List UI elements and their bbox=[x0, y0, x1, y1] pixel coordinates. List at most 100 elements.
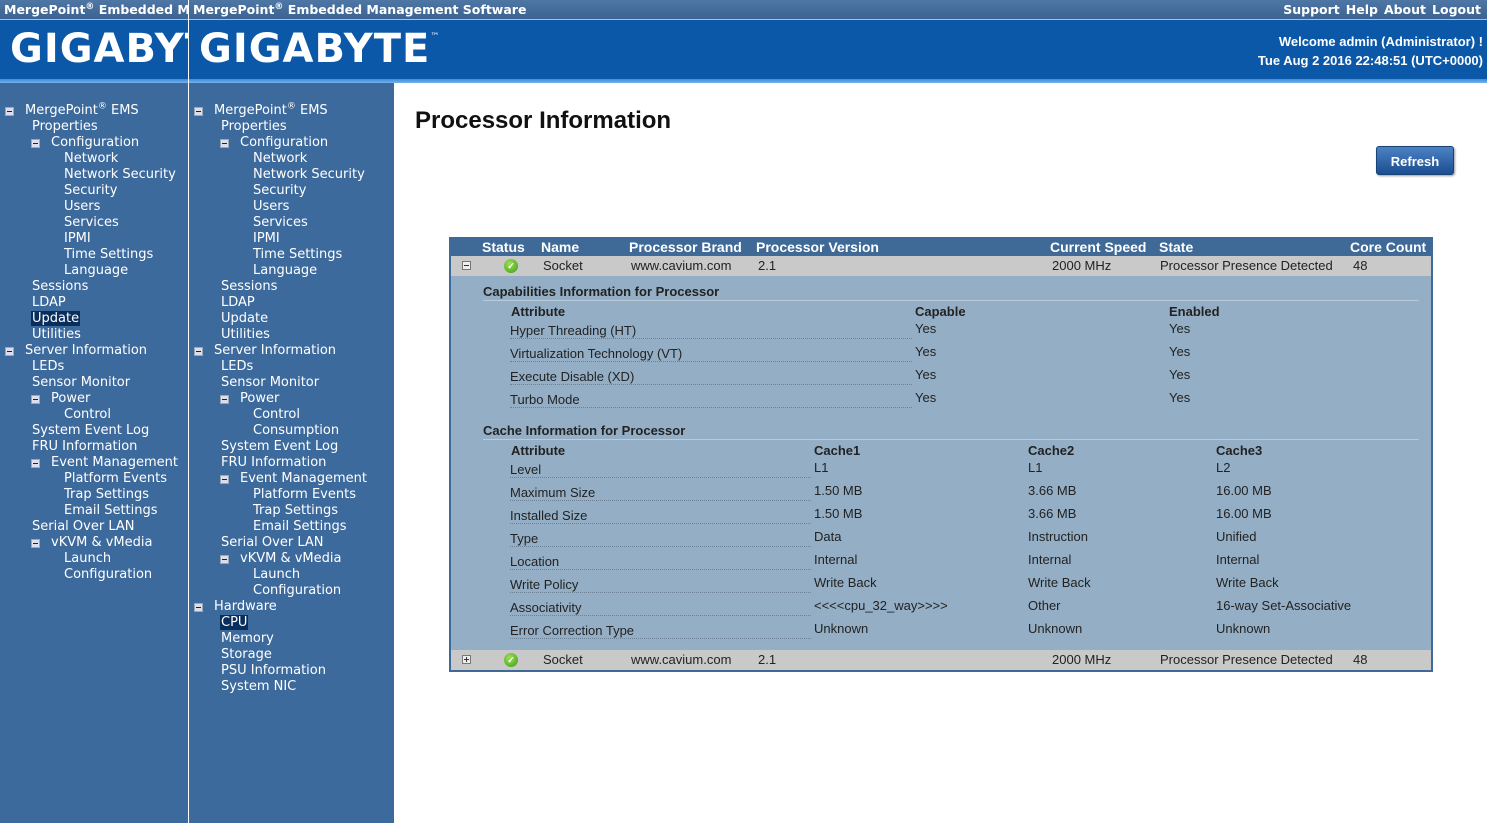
nav-item-email-settings[interactable]: Email Settings bbox=[189, 519, 394, 535]
nav-item-label: Trap Settings bbox=[64, 487, 150, 502]
nav-item-sessions[interactable]: Sessions bbox=[189, 279, 394, 295]
nav-item-power[interactable]: Power bbox=[189, 391, 394, 407]
nav-item-vkvm-vmedia[interactable]: vKVM & vMedia bbox=[189, 551, 394, 567]
nav-item-hardware[interactable]: Hardware bbox=[189, 599, 394, 615]
collapse-icon[interactable] bbox=[5, 347, 14, 356]
table-row[interactable]: ✓ Socket www.cavium.com 2.1 2000 MHz Pro… bbox=[451, 650, 1431, 670]
nav-item-serial-over-lan[interactable]: Serial Over LAN bbox=[0, 519, 188, 535]
nav-item-update[interactable]: Update bbox=[0, 311, 188, 327]
nav-item-security[interactable]: Security bbox=[0, 183, 188, 199]
nav-item-serial-over-lan[interactable]: Serial Over LAN bbox=[189, 535, 394, 551]
nav-item-properties[interactable]: Properties bbox=[0, 119, 188, 135]
refresh-button[interactable]: Refresh bbox=[1376, 146, 1454, 175]
nav-item-event-management[interactable]: Event Management bbox=[189, 471, 394, 487]
collapse-icon[interactable] bbox=[220, 139, 229, 148]
nav-item-label: Launch bbox=[253, 567, 301, 582]
expand-icon[interactable] bbox=[462, 655, 471, 664]
nav-item-ipmi[interactable]: IPMI bbox=[189, 231, 394, 247]
table-row[interactable]: ✓ Socket www.cavium.com 2.1 2000 MHz Pro… bbox=[451, 256, 1431, 276]
nav-item-utilities[interactable]: Utilities bbox=[0, 327, 188, 343]
cache1-value: Data bbox=[814, 529, 842, 544]
collapse-icon[interactable] bbox=[220, 395, 229, 404]
nav-item-control[interactable]: Control bbox=[189, 407, 394, 423]
nav-item-cpu[interactable]: CPU bbox=[189, 615, 394, 631]
nav-item-language[interactable]: Language bbox=[0, 263, 188, 279]
collapse-icon[interactable] bbox=[462, 261, 471, 270]
help-link[interactable]: Help bbox=[1346, 2, 1378, 17]
nav-item-platform-events[interactable]: Platform Events bbox=[0, 471, 188, 487]
nav-item-services[interactable]: Services bbox=[0, 215, 188, 231]
nav-item-services[interactable]: Services bbox=[189, 215, 394, 231]
nav-item-ipmi[interactable]: IPMI bbox=[0, 231, 188, 247]
collapse-icon[interactable] bbox=[194, 603, 203, 612]
nav-item-time-settings[interactable]: Time Settings bbox=[189, 247, 394, 263]
nav-item-configuration[interactable]: Configuration bbox=[189, 135, 394, 151]
nav-item-sensor-monitor[interactable]: Sensor Monitor bbox=[0, 375, 188, 391]
nav-item-utilities[interactable]: Utilities bbox=[189, 327, 394, 343]
collapse-icon[interactable] bbox=[220, 555, 229, 564]
page-title: Processor Information bbox=[415, 107, 672, 134]
nav-item-properties[interactable]: Properties bbox=[189, 119, 394, 135]
nav-item-vkvm-vmedia[interactable]: vKVM & vMedia bbox=[0, 535, 188, 551]
nav-item-network[interactable]: Network bbox=[0, 151, 188, 167]
nav-item-network-security[interactable]: Network Security bbox=[0, 167, 188, 183]
collapse-icon[interactable] bbox=[220, 475, 229, 484]
nav-item-system-event-log[interactable]: System Event Log bbox=[0, 423, 188, 439]
nav-item-label: Launch bbox=[64, 551, 112, 566]
collapse-icon[interactable] bbox=[194, 347, 203, 356]
cache1-value: Write Back bbox=[814, 575, 877, 590]
nav-item-memory[interactable]: Memory bbox=[189, 631, 394, 647]
nav-item-users[interactable]: Users bbox=[0, 199, 188, 215]
nav-item-label: Time Settings bbox=[64, 247, 154, 262]
nav-item-server-information[interactable]: Server Information bbox=[189, 343, 394, 359]
nav-item-storage[interactable]: Storage bbox=[189, 647, 394, 663]
nav-item-system-nic[interactable]: System NIC bbox=[189, 679, 394, 695]
cache-header-attribute: Attribute bbox=[511, 443, 566, 458]
nav-item-time-settings[interactable]: Time Settings bbox=[0, 247, 188, 263]
nav-item-configuration[interactable]: Configuration bbox=[189, 583, 394, 599]
nav-item-platform-events[interactable]: Platform Events bbox=[189, 487, 394, 503]
nav-item-language[interactable]: Language bbox=[189, 263, 394, 279]
nav-item-configuration[interactable]: Configuration bbox=[0, 567, 188, 583]
support-link[interactable]: Support bbox=[1283, 2, 1340, 17]
nav-item-system-event-log[interactable]: System Event Log bbox=[189, 439, 394, 455]
cache1-value: Unknown bbox=[814, 621, 869, 636]
nav-item-psu-information[interactable]: PSU Information bbox=[189, 663, 394, 679]
collapse-icon[interactable] bbox=[31, 539, 40, 548]
nav-item-mergepoint-ems[interactable]: MergePoint® EMS bbox=[0, 102, 188, 119]
nav-item-consumption[interactable]: Consumption bbox=[189, 423, 394, 439]
nav-item-launch[interactable]: Launch bbox=[0, 551, 188, 567]
nav-item-network-security[interactable]: Network Security bbox=[189, 167, 394, 183]
nav-item-ldap[interactable]: LDAP bbox=[0, 295, 188, 311]
nav-item-update[interactable]: Update bbox=[189, 311, 394, 327]
nav-item-sessions[interactable]: Sessions bbox=[0, 279, 188, 295]
nav-item-mergepoint-ems[interactable]: MergePoint® EMS bbox=[189, 102, 394, 119]
nav-item-fru-information[interactable]: FRU Information bbox=[189, 455, 394, 471]
nav-item-users[interactable]: Users bbox=[189, 199, 394, 215]
nav-item-label: PSU Information bbox=[221, 663, 326, 678]
about-link[interactable]: About bbox=[1384, 2, 1426, 17]
nav-item-network[interactable]: Network bbox=[189, 151, 394, 167]
nav-item-power[interactable]: Power bbox=[0, 391, 188, 407]
nav-item-trap-settings[interactable]: Trap Settings bbox=[0, 487, 188, 503]
nav-item-ldap[interactable]: LDAP bbox=[189, 295, 394, 311]
logout-link[interactable]: Logout bbox=[1432, 2, 1481, 17]
nav-item-trap-settings[interactable]: Trap Settings bbox=[189, 503, 394, 519]
nav-item-configuration[interactable]: Configuration bbox=[0, 135, 188, 151]
collapse-icon[interactable] bbox=[5, 107, 14, 116]
collapse-icon[interactable] bbox=[194, 107, 203, 116]
nav-item-security[interactable]: Security bbox=[189, 183, 394, 199]
nav-item-server-information[interactable]: Server Information bbox=[0, 343, 188, 359]
nav-item-control[interactable]: Control bbox=[0, 407, 188, 423]
nav-item-event-management[interactable]: Event Management bbox=[0, 455, 188, 471]
nav-item-launch[interactable]: Launch bbox=[189, 567, 394, 583]
collapse-icon[interactable] bbox=[31, 139, 40, 148]
nav-item-leds[interactable]: LEDs bbox=[189, 359, 394, 375]
collapse-icon[interactable] bbox=[31, 395, 40, 404]
nav-item-leds[interactable]: LEDs bbox=[0, 359, 188, 375]
nav-item-sensor-monitor[interactable]: Sensor Monitor bbox=[189, 375, 394, 391]
collapse-icon[interactable] bbox=[31, 459, 40, 468]
cache-header-cache2: Cache2 bbox=[1028, 443, 1075, 458]
nav-item-fru-information[interactable]: FRU Information bbox=[0, 439, 188, 455]
nav-item-email-settings[interactable]: Email Settings bbox=[0, 503, 188, 519]
